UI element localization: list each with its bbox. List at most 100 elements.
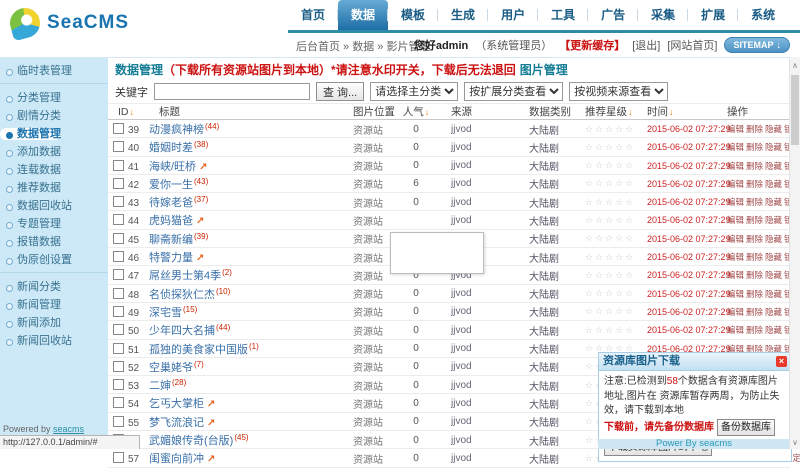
sidebar-item[interactable]: 推荐数据 (0, 182, 61, 194)
action-delete[interactable]: 删除 (746, 234, 763, 244)
video-source-select[interactable]: 按视频来源查看 (569, 82, 668, 101)
action-delete[interactable]: 删除 (746, 307, 763, 317)
star-rating[interactable]: ☆☆☆☆☆ (573, 270, 631, 281)
sidebar-item[interactable]: 新闻分类 (0, 281, 61, 293)
col-header-id[interactable]: ID↓ (113, 106, 149, 118)
vertical-scrollbar[interactable]: ∧ ∨ (789, 57, 800, 449)
title-link[interactable]: 虎妈猫爸 (149, 215, 193, 227)
sidebar-item[interactable]: 伪原创设置 (0, 254, 72, 266)
main-category-select[interactable]: 请选择主分类 (370, 82, 458, 101)
sidebar-item[interactable]: 连载数据 (0, 164, 61, 176)
nav-tab[interactable]: 生成 (438, 0, 488, 30)
col-header-stars[interactable]: 推荐星级↓ (573, 104, 631, 119)
action-delete[interactable]: 删除 (746, 325, 763, 335)
ext-category-select[interactable]: 按扩展分类查看 (464, 82, 563, 101)
image-manage-link[interactable]: 图片管理 (520, 63, 568, 77)
action-edit[interactable]: 编辑 (727, 289, 744, 299)
title-link[interactable]: 闺蜜向前冲 (149, 453, 204, 465)
row-checkbox[interactable] (113, 178, 124, 189)
sidebar-item[interactable]: 报错数据 (0, 236, 61, 248)
col-header-time[interactable]: 时间↓ (631, 104, 723, 119)
popup-title-bar[interactable]: 资源库图片下载 × (599, 353, 791, 371)
title-link[interactable]: 动漫疯神榜 (149, 124, 204, 136)
action-edit[interactable]: 编辑 (727, 197, 744, 207)
row-checkbox[interactable] (113, 324, 124, 335)
action-delete[interactable]: 删除 (746, 252, 763, 262)
action-edit[interactable]: 编辑 (727, 325, 744, 335)
action-delete[interactable]: 删除 (746, 270, 763, 280)
action-hide[interactable]: 隐藏 (765, 325, 782, 335)
seacms-link[interactable]: seacms (53, 424, 84, 434)
title-link[interactable]: 孤独的美食家中国版 (149, 344, 248, 356)
star-rating[interactable]: ☆☆☆☆☆ (573, 197, 631, 208)
title-link[interactable]: 屌丝男士第4季 (149, 270, 221, 282)
star-rating[interactable]: ☆☆☆☆☆ (573, 160, 631, 171)
action-hide[interactable]: 隐藏 (765, 124, 782, 134)
action-hide[interactable]: 隐藏 (765, 142, 782, 152)
star-rating[interactable]: ☆☆☆☆☆ (573, 215, 631, 226)
action-delete[interactable]: 删除 (746, 197, 763, 207)
nav-tab[interactable]: 采集 (638, 0, 688, 30)
action-delete[interactable]: 删除 (746, 161, 763, 171)
col-header-title[interactable]: 标题 (149, 104, 341, 119)
title-link[interactable]: 聊斋新编 (149, 234, 193, 246)
action-delete[interactable]: 删除 (746, 124, 763, 134)
nav-tab[interactable]: 首页 (288, 0, 338, 30)
action-delete[interactable]: 删除 (746, 179, 763, 189)
site-home-link[interactable]: [网站首页] (667, 37, 717, 53)
title-link[interactable]: 武媚娘传奇(台版) (149, 435, 233, 447)
title-link[interactable]: 少年四大名捕 (149, 325, 215, 337)
action-edit[interactable]: 编辑 (727, 307, 744, 317)
title-link[interactable]: 空巢姥爷 (149, 362, 193, 374)
sidebar-item[interactable]: 新闻回收站 (0, 335, 72, 347)
row-checkbox[interactable] (113, 416, 124, 427)
sidebar-item[interactable]: 新闻添加 (0, 317, 61, 329)
sidebar-item[interactable]: 数据管理 (0, 128, 61, 140)
row-checkbox[interactable] (113, 343, 124, 354)
star-rating[interactable]: ☆☆☆☆☆ (573, 178, 631, 189)
title-link[interactable]: 深宅雪 (149, 307, 182, 319)
action-hide[interactable]: 隐藏 (765, 161, 782, 171)
title-link[interactable]: 名侦探狄仁杰 (149, 289, 215, 301)
action-hide[interactable]: 隐藏 (765, 270, 782, 280)
sidebar-item[interactable]: 剧情分类 (0, 110, 61, 122)
row-checkbox[interactable] (113, 361, 124, 372)
star-rating[interactable]: ☆☆☆☆☆ (573, 142, 631, 153)
close-icon[interactable]: × (776, 356, 787, 367)
row-checkbox[interactable] (113, 214, 124, 225)
nav-tab[interactable]: 扩展 (688, 0, 738, 30)
search-button[interactable]: 查 询... (316, 82, 364, 101)
action-delete[interactable]: 删除 (746, 142, 763, 152)
col-header-pic[interactable]: 图片位置 (341, 104, 393, 119)
row-checkbox[interactable] (113, 233, 124, 244)
row-checkbox[interactable] (113, 269, 124, 280)
action-hide[interactable]: 隐藏 (765, 252, 782, 262)
action-edit[interactable]: 编辑 (727, 142, 744, 152)
col-header-category[interactable]: 数据类别 (517, 104, 573, 119)
keyword-input[interactable] (154, 83, 310, 100)
action-hide[interactable]: 隐藏 (765, 197, 782, 207)
sidebar-item[interactable]: 新闻管理 (0, 299, 61, 311)
logout-link[interactable]: [退出] (632, 37, 660, 53)
star-rating[interactable]: ☆☆☆☆☆ (573, 306, 631, 317)
row-checkbox[interactable] (113, 288, 124, 299)
row-checkbox[interactable] (113, 306, 124, 317)
star-rating[interactable]: ☆☆☆☆☆ (573, 233, 631, 244)
title-link[interactable]: 梦飞流浪记 (149, 417, 204, 429)
row-checkbox[interactable] (113, 397, 124, 408)
action-edit[interactable]: 编辑 (727, 252, 744, 262)
title-link[interactable]: 乞丐大掌柜 (149, 398, 204, 410)
nav-tab[interactable]: 广告 (588, 0, 638, 30)
action-edit[interactable]: 编辑 (727, 124, 744, 134)
action-hide[interactable]: 隐藏 (765, 215, 782, 225)
title-link[interactable]: 海峡/旺桥 (149, 161, 196, 173)
action-edit[interactable]: 编辑 (727, 270, 744, 280)
title-link[interactable]: 婚姻时差 (149, 142, 193, 154)
action-edit[interactable]: 编辑 (727, 161, 744, 171)
row-checkbox[interactable] (113, 251, 124, 262)
action-edit[interactable]: 编辑 (727, 234, 744, 244)
row-checkbox[interactable] (113, 379, 124, 390)
nav-tab[interactable]: 系统 (738, 0, 788, 30)
title-link[interactable]: 爱你一生 (149, 179, 193, 191)
sitemap-button[interactable]: SITEMAP↓ (724, 37, 790, 53)
